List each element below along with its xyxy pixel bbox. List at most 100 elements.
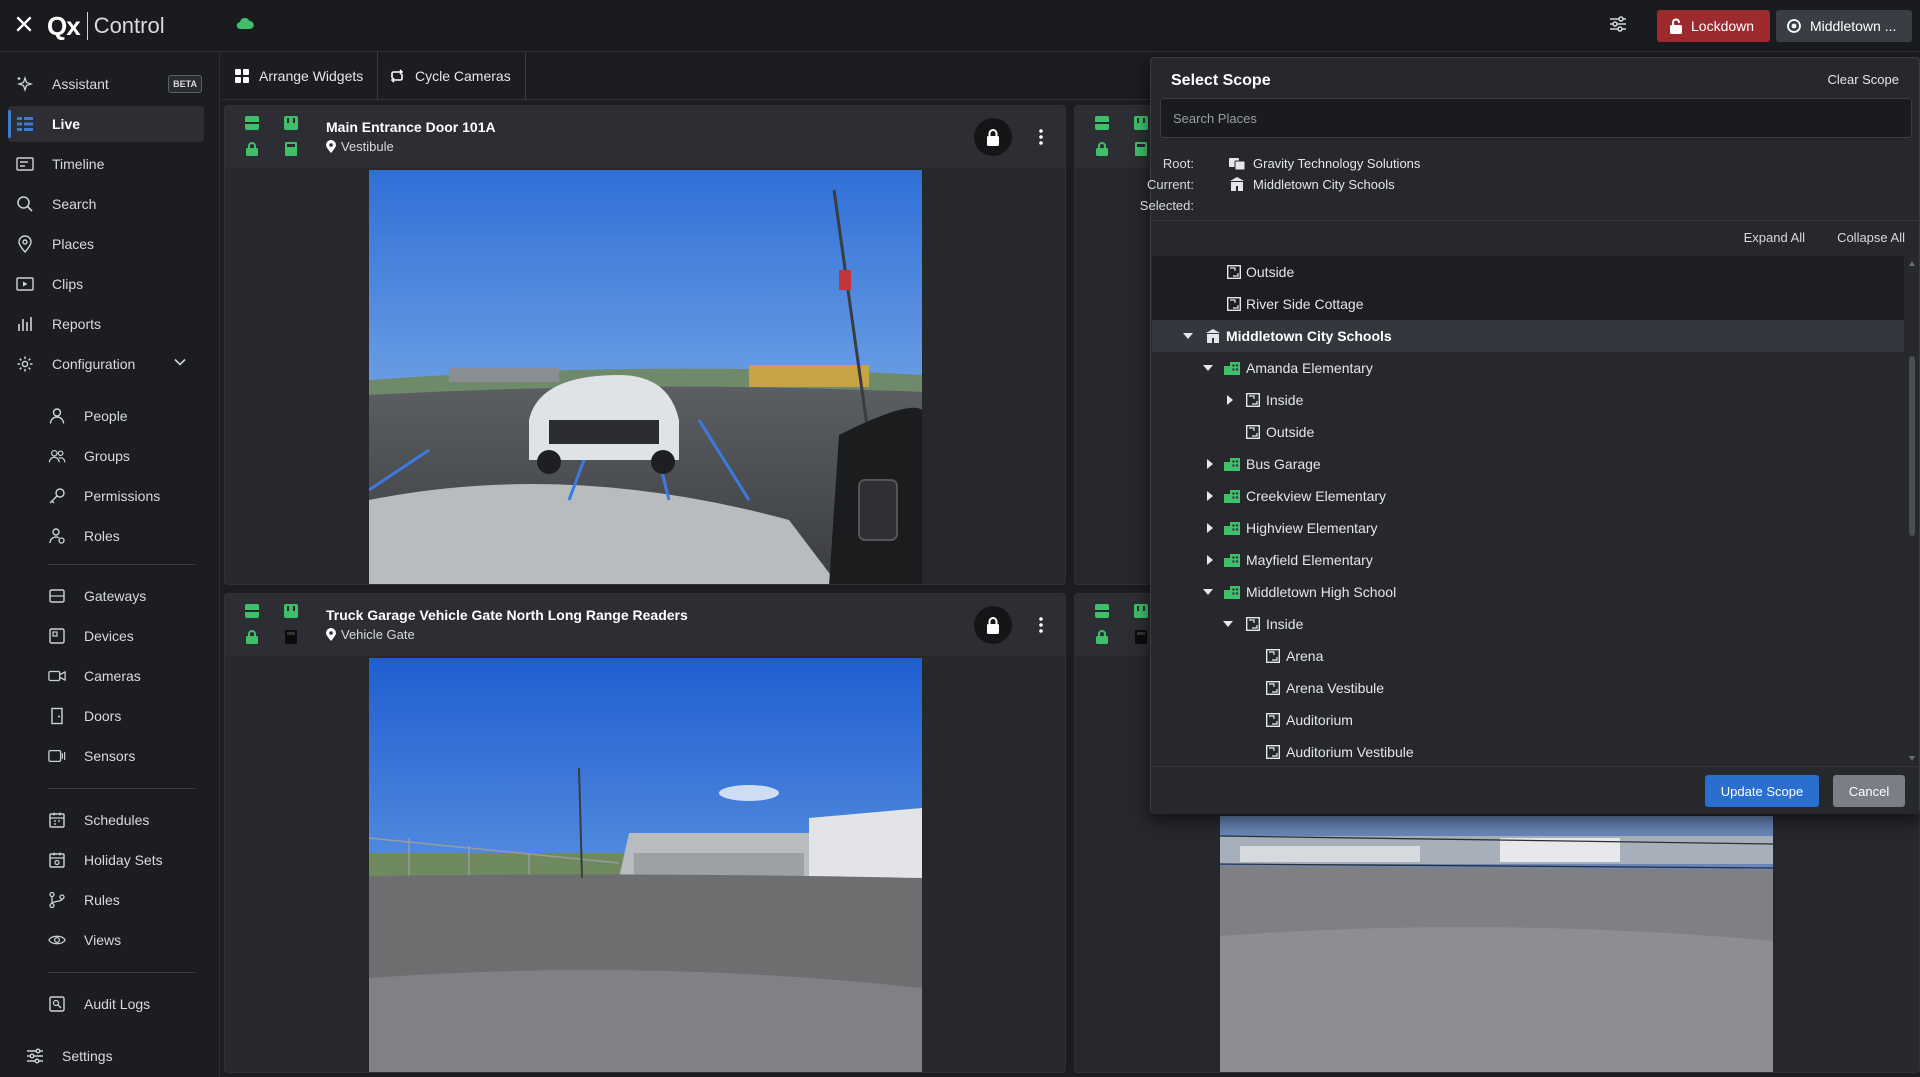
- tree-item-river-side-cottage[interactable]: River Side Cottage: [1152, 288, 1904, 320]
- cycle-icon: [389, 68, 405, 84]
- cancel-button[interactable]: Cancel: [1833, 775, 1905, 807]
- sidebar-item-label: Doors: [84, 708, 122, 724]
- tree-item-inside[interactable]: Inside: [1152, 384, 1904, 416]
- sidebar-item-search[interactable]: Search: [8, 186, 204, 222]
- lockdown-label: Lockdown: [1691, 18, 1755, 34]
- sidebar-item-sensors[interactable]: Sensors: [40, 738, 204, 774]
- sidebar-item-assistant[interactable]: Assistant BETA: [8, 66, 204, 102]
- caret-down-icon[interactable]: [1202, 586, 1214, 598]
- sidebar-item-audit-logs[interactable]: Audit Logs: [40, 986, 204, 1022]
- tree-item-outside[interactable]: Outside: [1152, 416, 1904, 448]
- filter-sliders-icon[interactable]: [1608, 14, 1628, 34]
- tree-item-middletown-city-schools[interactable]: Middletown City Schools: [1152, 320, 1904, 352]
- tree-item-auditorium-vestibule[interactable]: Auditorium Vestibule: [1152, 736, 1904, 766]
- tree-item-label: Auditorium: [1286, 712, 1353, 728]
- sidebar-divider: [48, 972, 196, 973]
- tree-item-bus-garage[interactable]: Bus Garage: [1152, 448, 1904, 480]
- door-secure-icon: [285, 142, 297, 156]
- locked-icon: [246, 142, 258, 156]
- cloud-icon: [236, 16, 254, 30]
- sidebar-item-holiday-sets[interactable]: Holiday Sets: [40, 842, 204, 878]
- expand-all-button[interactable]: Expand All: [1744, 230, 1805, 245]
- sidebar-item-clips[interactable]: Clips: [8, 266, 204, 302]
- sidebar-item-schedules[interactable]: Schedules: [40, 802, 204, 838]
- sidebar-item-devices[interactable]: Devices: [40, 618, 204, 654]
- sidebar-item-views[interactable]: Views: [40, 922, 204, 958]
- tree-item-arena-vestibule[interactable]: Arena Vestibule: [1152, 672, 1904, 704]
- tree-item-label: Highview Elementary: [1246, 520, 1378, 536]
- locked-icon: [1096, 142, 1108, 156]
- caret-down-icon[interactable]: [1222, 618, 1234, 630]
- key-icon: [48, 487, 66, 505]
- tile-location-label: Vehicle Gate: [341, 627, 415, 642]
- sidebar-item-label: People: [84, 408, 128, 424]
- device-icon: [48, 627, 66, 645]
- caret-right-icon[interactable]: [1204, 522, 1216, 534]
- area-icon: [1226, 264, 1242, 280]
- tree-item-outside[interactable]: Outside: [1152, 256, 1904, 288]
- cycle-cameras-button[interactable]: Cycle Cameras: [375, 52, 526, 100]
- current-value: Middletown City Schools: [1229, 177, 1395, 192]
- lockdown-button[interactable]: Lockdown: [1657, 10, 1770, 42]
- door-status-indicators: [245, 116, 305, 160]
- lock-icon: [987, 128, 999, 146]
- tree-item-middletown-high-school[interactable]: Middletown High School: [1152, 576, 1904, 608]
- lock-open-icon: [1669, 18, 1683, 34]
- lock-door-button[interactable]: [974, 606, 1012, 644]
- search-places-input[interactable]: [1160, 98, 1912, 138]
- caret-right-icon[interactable]: [1224, 394, 1236, 406]
- tree-item-auditorium[interactable]: Auditorium: [1152, 704, 1904, 736]
- door-status-indicators: [245, 604, 305, 648]
- sidebar-item-people[interactable]: People: [40, 398, 204, 434]
- sidebar-item-live[interactable]: Live: [8, 106, 204, 142]
- tree-item-creekview-elementary[interactable]: Creekview Elementary: [1152, 480, 1904, 512]
- camera-feed-main-entrance[interactable]: [369, 170, 922, 584]
- tree-item-amanda-elementary[interactable]: Amanda Elementary: [1152, 352, 1904, 384]
- person-icon: [48, 407, 66, 425]
- scope-selector-button[interactable]: Middletown ...: [1776, 10, 1912, 42]
- sidebar-item-settings[interactable]: Settings: [8, 1038, 204, 1074]
- sidebar-item-doors[interactable]: Doors: [40, 698, 204, 734]
- sidebar-item-reports[interactable]: Reports: [8, 306, 204, 342]
- close-icon[interactable]: [10, 10, 38, 38]
- arrange-widgets-button[interactable]: Arrange Widgets: [221, 52, 379, 100]
- sidebar-item-roles[interactable]: Roles: [40, 518, 204, 554]
- map-pin-icon: [326, 140, 336, 153]
- caret-down-icon[interactable]: [1202, 362, 1214, 374]
- tree-item-highview-elementary[interactable]: Highview Elementary: [1152, 512, 1904, 544]
- sidebar-item-places[interactable]: Places: [8, 226, 204, 262]
- campus-icon: [1224, 584, 1240, 600]
- sidebar-item-timeline[interactable]: Timeline: [8, 146, 204, 182]
- sidebar-item-permissions[interactable]: Permissions: [40, 478, 204, 514]
- sidebar-item-rules[interactable]: Rules: [40, 882, 204, 918]
- sidebar-item-cameras[interactable]: Cameras: [40, 658, 204, 694]
- camera-feed-truck-garage[interactable]: [369, 658, 922, 1072]
- tree-scrollbar[interactable]: [1907, 256, 1917, 766]
- more-options-icon[interactable]: [1031, 123, 1051, 151]
- tree-item-mayfield-elementary[interactable]: Mayfield Elementary: [1152, 544, 1904, 576]
- area-icon: [1245, 616, 1261, 632]
- sidebar-item-groups[interactable]: Groups: [40, 438, 204, 474]
- sidebar-item-gateways[interactable]: Gateways: [40, 578, 204, 614]
- selected-label: Selected:: [1139, 197, 1194, 213]
- caret-right-icon[interactable]: [1204, 458, 1216, 470]
- tree-item-arena[interactable]: Arena: [1152, 640, 1904, 672]
- tree-item-inside[interactable]: Inside: [1152, 608, 1904, 640]
- current-row: Current: Middletown City Schools: [1147, 175, 1919, 193]
- caret-right-icon[interactable]: [1204, 554, 1216, 566]
- sparkle-icon: [16, 75, 34, 93]
- app-logo: Qx Control: [47, 10, 165, 42]
- collapse-all-button[interactable]: Collapse All: [1837, 230, 1905, 245]
- clear-scope-button[interactable]: Clear Scope: [1827, 72, 1899, 87]
- sidebar-item-configuration[interactable]: Configuration: [8, 346, 204, 382]
- caret-down-icon[interactable]: [1182, 330, 1194, 342]
- product-name: Control: [93, 13, 165, 38]
- more-options-icon[interactable]: [1031, 611, 1051, 639]
- camera-feed-right-bottom[interactable]: [1220, 816, 1773, 1072]
- sensor-icon: [48, 747, 66, 765]
- caret-right-icon[interactable]: [1204, 490, 1216, 502]
- lock-door-button[interactable]: [974, 118, 1012, 156]
- sidebar-item-label: Cameras: [84, 668, 141, 684]
- update-scope-button[interactable]: Update Scope: [1705, 775, 1819, 807]
- door-closed-icon: [1095, 116, 1109, 130]
